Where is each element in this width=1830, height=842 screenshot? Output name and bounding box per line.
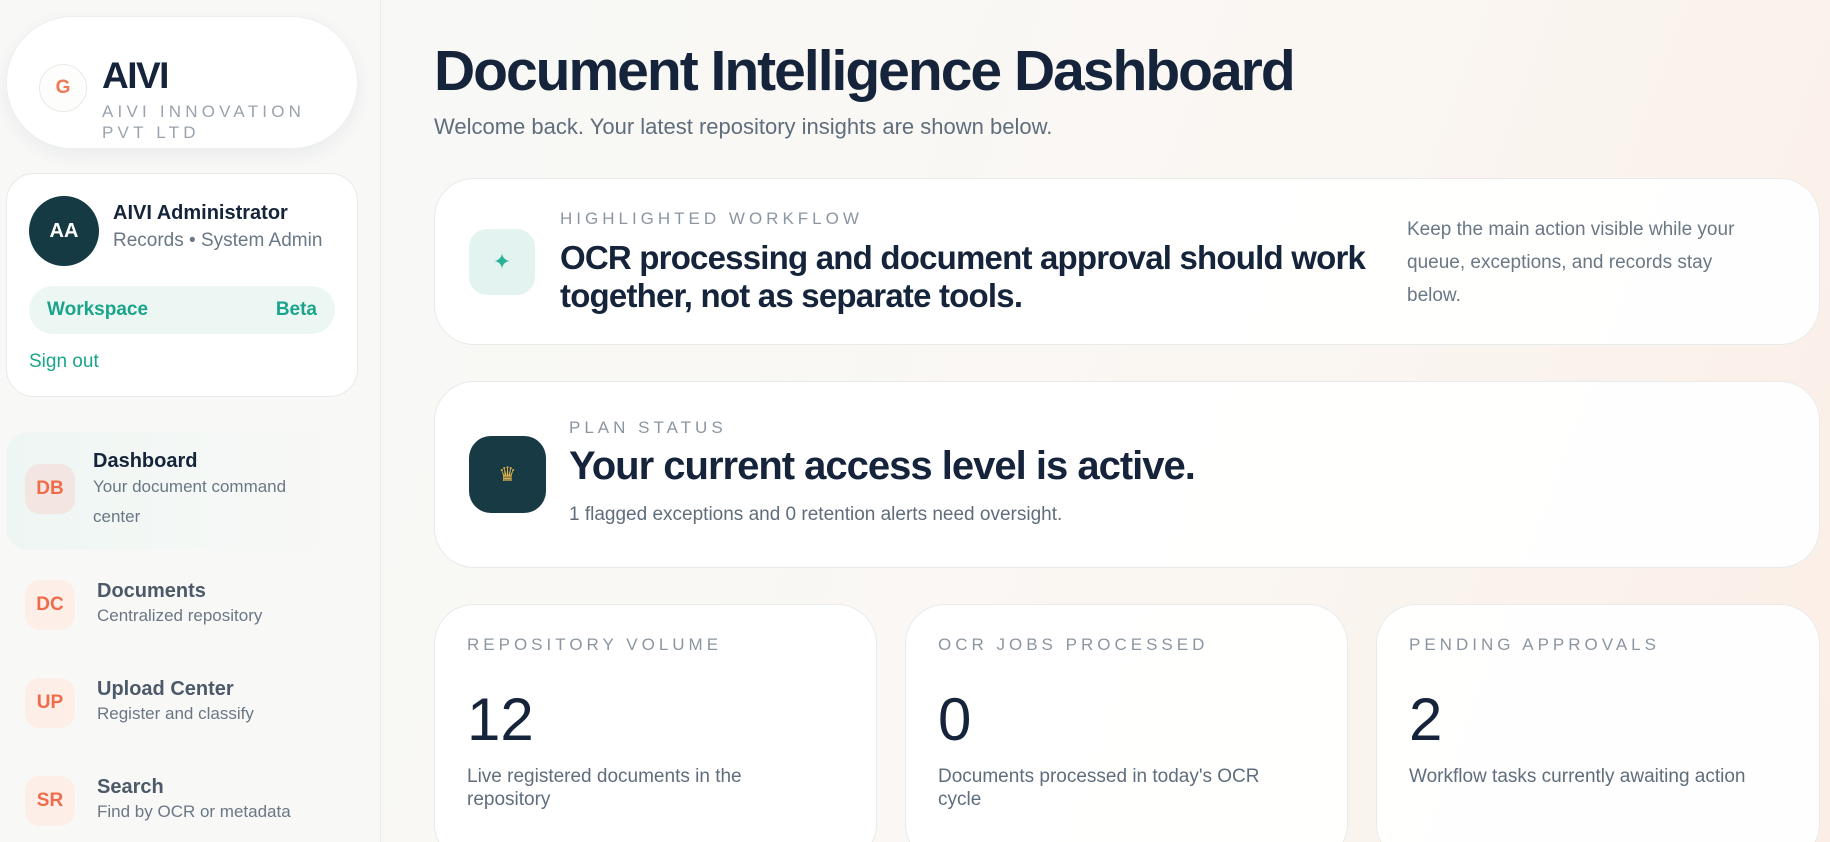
nav-desc: Your document command center <box>93 477 287 526</box>
nav-desc: Find by OCR or metadata <box>97 802 291 821</box>
workspace-label: Workspace <box>47 299 149 320</box>
highlighted-workflow-card: ✦ HIGHLIGHTED WORKFLOW OCR processing an… <box>434 178 1820 345</box>
crown-icon: ♛ <box>469 436 546 513</box>
nav-badge: SR <box>25 776 75 826</box>
stat-desc: Live registered documents in the reposit… <box>467 766 742 810</box>
nav-desc: Centralized repository <box>97 606 263 625</box>
sidebar-item-upload-center[interactable]: UP Upload Center Register and classify <box>6 668 358 754</box>
stat-label: REPOSITORY VOLUME <box>467 635 723 654</box>
nav-badge: UP <box>25 678 75 728</box>
page-title: Document Intelligence Dashboard <box>434 39 1296 103</box>
stat-label: OCR JOBS PROCESSED <box>938 635 1209 654</box>
stat-desc: Documents processed in today's OCR cycle <box>938 766 1260 810</box>
stat-card-ocr-jobs: OCR JOBS PROCESSED 0 Documents processed… <box>905 604 1348 842</box>
stat-card-repository-volume: REPOSITORY VOLUME 12 Live registered doc… <box>434 604 877 842</box>
stat-card-pending-approvals: PENDING APPROVALS 2 Workflow tasks curre… <box>1376 604 1820 842</box>
brand-logo: G <box>39 64 87 112</box>
user-card: AA AIVI Administrator Records • System A… <box>6 173 358 397</box>
workspace-pill[interactable]: Workspace Beta <box>29 286 335 334</box>
workflow-side-note: Keep the main action visible while your … <box>1407 219 1735 306</box>
workflow-headline: OCR processing and document approval sho… <box>560 239 1366 314</box>
brand-card[interactable]: G AIVI AIVI INNOVATION PVT LTD <box>6 16 358 149</box>
stat-desc: Workflow tasks currently awaiting action <box>1409 766 1746 787</box>
user-name: AIVI Administrator <box>113 202 288 224</box>
nav-badge: DC <box>25 580 75 630</box>
plan-headline: Your current access level is active. <box>569 444 1196 488</box>
workspace-badge: Beta <box>275 299 317 320</box>
sidebar: G AIVI AIVI INNOVATION PVT LTD AA AIVI A… <box>0 0 381 842</box>
stat-value: 0 <box>938 686 972 753</box>
brand-subtitle: AIVI INNOVATION PVT LTD <box>102 102 306 142</box>
brand-name: AIVI <box>102 55 169 96</box>
workflow-eyebrow: HIGHLIGHTED WORKFLOW <box>560 209 863 228</box>
nav-desc: Register and classify <box>97 704 254 723</box>
page-subtitle: Welcome back. Your latest repository ins… <box>434 114 1053 139</box>
nav-badge: DB <box>25 464 75 514</box>
sidebar-item-documents[interactable]: DC Documents Centralized repository <box>6 570 358 656</box>
sparkle-icon: ✦ <box>469 229 535 295</box>
plan-note: 1 flagged exceptions and 0 retention ale… <box>569 504 1063 525</box>
stat-value: 2 <box>1409 686 1443 753</box>
sidebar-item-search[interactable]: SR Search Find by OCR or metadata <box>6 766 358 842</box>
nav-title: Upload Center <box>97 678 234 700</box>
nav-title: Search <box>97 776 164 798</box>
main-content: Document Intelligence Dashboard Welcome … <box>381 0 1830 842</box>
sidebar-item-dashboard[interactable]: DB Dashboard Your document command cente… <box>6 432 358 550</box>
plan-eyebrow: PLAN STATUS <box>569 418 727 437</box>
avatar[interactable]: AA <box>29 196 99 266</box>
plan-status-card: ♛ PLAN STATUS Your current access level … <box>434 381 1820 568</box>
nav-title: Dashboard <box>93 450 198 472</box>
stat-value: 12 <box>467 686 534 753</box>
stat-label: PENDING APPROVALS <box>1409 635 1660 654</box>
user-role: Records • System Admin <box>113 230 323 251</box>
sign-out-link[interactable]: Sign out <box>29 351 99 373</box>
nav-title: Documents <box>97 580 206 602</box>
